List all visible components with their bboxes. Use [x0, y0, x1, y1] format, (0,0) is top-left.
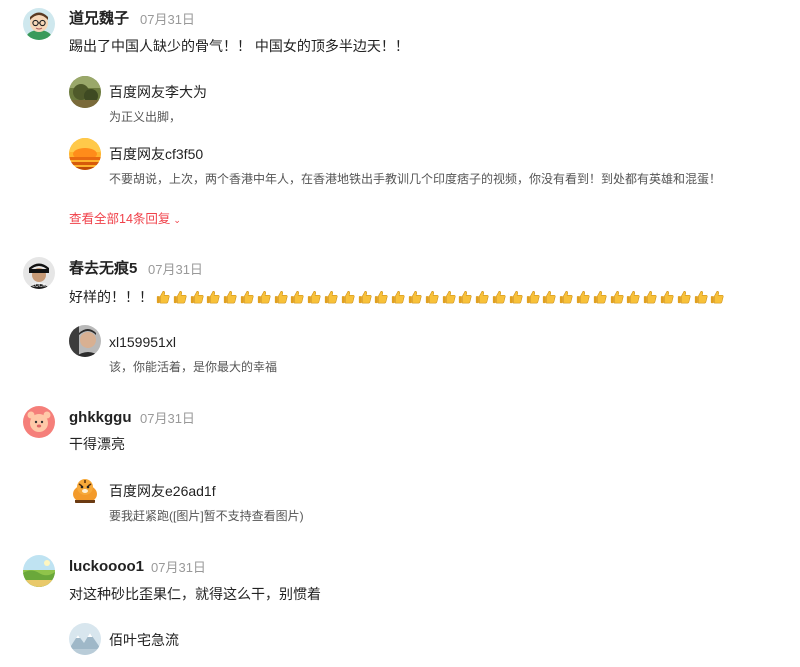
comment-date: 07月31日	[140, 411, 195, 426]
reply-avatar[interactable]	[69, 325, 101, 357]
reply-avatar[interactable]	[69, 474, 101, 506]
thumbs-up-icon	[677, 290, 691, 304]
thumbs-up-icon	[207, 290, 220, 304]
thumbs-up-icon	[274, 290, 288, 304]
mountain-avatar	[69, 623, 101, 655]
thumbs-up-icon	[576, 290, 590, 304]
view-all-replies-label: 查看全部14条回复	[69, 212, 171, 226]
thumbs-up-icon	[341, 290, 355, 304]
thumbs-up-icon	[190, 290, 204, 304]
pink-cartoon-avatar	[23, 406, 55, 438]
reply-username[interactable]: 佰叶宅急流	[109, 630, 179, 650]
thumbs-up-icon	[711, 290, 724, 304]
thumbs-up-icon	[358, 290, 372, 304]
thumbs-up-icon	[442, 290, 456, 304]
thumbs-up-icon	[492, 290, 506, 304]
thumbs-up-icon	[375, 290, 388, 304]
thumbs-up-icon	[526, 290, 540, 304]
comment-text: 对这种砂比歪果仁，就得这么干，别惯着	[69, 586, 321, 602]
tiger-cartoon-avatar	[69, 474, 101, 506]
user-avatar[interactable]	[23, 555, 55, 587]
reply-username[interactable]: 百度网友e26ad1f	[109, 481, 216, 501]
reply-text: 不要胡说，上次，两个香港中年人，在香港地铁出手教训几个印度痞子的视频，你没有看到…	[109, 172, 722, 186]
reply-avatar[interactable]	[69, 623, 101, 655]
user-avatar[interactable]	[23, 8, 55, 40]
thumbs-up-icon	[425, 290, 439, 304]
comment-text: 踢出了中国人缺少的骨气！！ 中国女的顶多半边天！！	[69, 38, 409, 54]
reply-username[interactable]: xl159951xl	[109, 332, 176, 352]
user-avatar[interactable]	[23, 406, 55, 438]
thumbs-up-icon	[660, 290, 674, 304]
comment-username[interactable]: luckoooo1	[69, 557, 144, 577]
thumbs-up-icon	[291, 290, 304, 304]
comment-username[interactable]: 春去无痕5	[69, 259, 137, 279]
thumbs-up-icon	[257, 290, 271, 304]
chevron-down-icon: ⌄	[173, 215, 181, 225]
reply-avatar[interactable]	[69, 76, 101, 108]
man-cap-avatar: LUCK	[23, 257, 55, 289]
comment-date: 07月31日	[140, 12, 195, 27]
thumbs-up-icon	[627, 290, 640, 304]
thumbs-up-icon	[560, 290, 573, 304]
thumbs-up-icon	[156, 290, 170, 304]
thumbs-up-icon	[610, 290, 624, 304]
comment-date: 07月31日	[151, 560, 206, 575]
user-avatar[interactable]: LUCK	[23, 257, 55, 289]
thumbs-up-icon	[476, 290, 489, 304]
thumbs-up-emoji-row	[156, 288, 727, 308]
comment-username[interactable]: 道兄魏子	[69, 9, 129, 29]
reply-username[interactable]: 百度网友李大为	[109, 82, 207, 102]
view-all-replies-link[interactable]: 查看全部14条回复 ⌄	[69, 210, 181, 229]
thumbs-up-icon	[224, 290, 237, 304]
comment-username[interactable]: ghkkggu	[69, 408, 132, 428]
comment-text: 干得漂亮	[69, 436, 125, 452]
thumbs-up-icon	[643, 290, 657, 304]
svg-text:LUCK: LUCK	[32, 283, 46, 289]
thumbs-up-icon	[173, 290, 187, 304]
thumbs-up-icon	[509, 290, 523, 304]
reply-text: 该，你能活着，是你最大的幸福	[109, 360, 278, 374]
comment-date: 07月31日	[148, 262, 203, 277]
thumbs-up-icon	[308, 290, 321, 304]
thumbs-up-icon	[593, 290, 607, 304]
thumbs-up-icon	[324, 290, 338, 304]
reply-avatar[interactable]	[69, 138, 101, 170]
thumbs-up-icon	[240, 290, 254, 304]
thumbs-up-icon	[694, 290, 707, 304]
thumbs-up-icon	[459, 290, 472, 304]
man-portrait-avatar	[69, 325, 101, 357]
thumbs-up-icon	[408, 290, 422, 304]
reply-text: 要我赶紧跑([图片]暂不支持查看图片)	[109, 509, 304, 523]
nature-avatar	[23, 555, 55, 587]
comment-text: 好样的！！！	[69, 289, 153, 305]
thumbs-up-icon	[392, 290, 405, 304]
reply-text: 为正义出脚，	[109, 110, 182, 124]
sunset-avatar	[69, 138, 101, 170]
reply-username[interactable]: 百度网友cf3f50	[109, 144, 203, 164]
cartoon-man-glasses-avatar	[23, 8, 55, 40]
landscape-photo-avatar	[69, 76, 101, 108]
thumbs-up-icon	[543, 290, 556, 304]
